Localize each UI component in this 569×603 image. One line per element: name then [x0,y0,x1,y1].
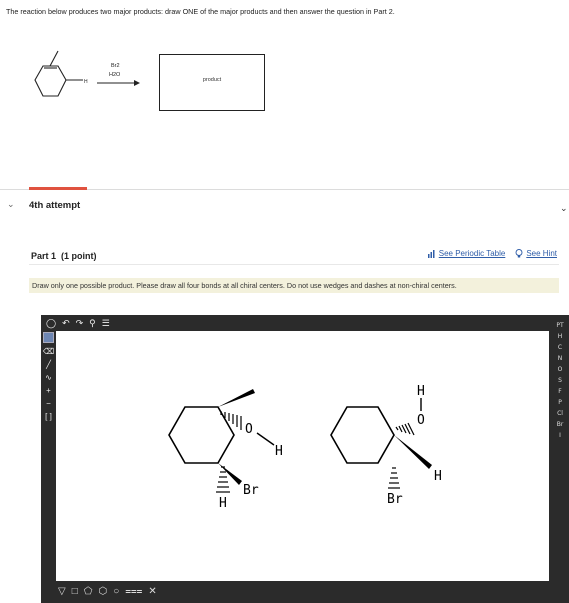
bond-icon[interactable]: ╱ [46,361,51,369]
product-box: product [159,54,265,111]
element-o[interactable]: O [558,365,563,374]
atom-h-top-2: H [417,384,425,399]
reaction-arrowhead [134,80,140,86]
product-label: product [202,77,222,83]
stereo-icon[interactable]: ✕ [148,587,156,597]
editor-right-toolbar: PT H C N O S F P Cl Br I [551,321,569,486]
template-icon[interactable]: ☰ [102,318,110,328]
editor-left-toolbar: ⌫ ╱ ∿ + − [ ] [41,331,56,579]
dash-bond-o-1 [220,411,242,430]
atom-br-1: Br [243,483,259,498]
structure-editor[interactable]: ◯ ↶ ↷ ⚲ ☰ ⌫ ╱ ∿ + − [ ] O H Br H H O H B… [41,315,569,603]
charge-minus-icon[interactable]: − [46,400,51,408]
bar-chart-icon [427,249,435,258]
dash-bond-br-2 [388,467,400,489]
periodic-table-link[interactable]: See Periodic Table [427,249,505,258]
eraser-icon[interactable]: ⌫ [43,348,54,356]
chain-icon[interactable]: ∿ [45,374,52,382]
element-cl[interactable]: Cl [557,409,563,418]
part-title: Part 1 (1 point) [31,251,97,261]
bracket-icon[interactable]: [ ] [45,413,52,421]
molecule-2 [330,406,395,464]
element-br[interactable]: Br [557,420,564,429]
atom-o-2: O [417,413,425,428]
select-tool-icon[interactable] [43,332,54,343]
attempt-accent-bar [29,187,87,190]
reactant-h-label: H [84,79,88,85]
redo-icon[interactable]: ↷ [76,318,84,328]
molecule-drawing: O H Br H H O H Br [168,384,442,511]
hint-link[interactable]: See Hint [515,249,557,258]
atom-br-2: Br [387,492,403,507]
atom-o-1: O [245,422,253,437]
benzene-icon[interactable]: ○ [113,587,119,597]
element-h[interactable]: H [558,332,563,341]
editor-bottom-toolbar: ▽ □ ⬠ ⬡ ○ ⩶ ✕ [41,581,569,603]
charge-plus-icon[interactable]: + [46,387,51,395]
lightbulb-icon [515,249,523,258]
reactant-molecule [34,50,83,97]
editor-top-toolbar: ◯ ↶ ↷ ⚲ ☰ [41,315,569,331]
cyclopropane-icon[interactable]: ▽ [58,587,66,597]
zoom-icon[interactable]: ⚲ [89,318,96,328]
atom-h-2: H [434,469,442,484]
atom-h-1: H [219,496,227,511]
element-c[interactable]: C [558,343,562,352]
dash-bond-o-2 [395,422,415,436]
undo-icon[interactable]: ↶ [62,318,70,328]
element-p[interactable]: P [558,398,562,407]
element-n[interactable]: N [558,354,563,363]
bond-angle-icon[interactable]: ⩶ [125,587,142,597]
cyclobutane-icon[interactable]: □ [72,587,78,597]
cyclopentane-icon[interactable]: ⬠ [84,587,93,597]
wedge-bond-h-2 [394,435,432,469]
cyclohexane-icon[interactable]: ⬡ [98,587,107,597]
expand-chevron-icon[interactable]: ⌄ [560,203,568,214]
attempt-label: 4th attempt [29,200,81,211]
part-links: See Periodic Table See Hint [427,249,557,258]
wedge-bond-methyl-1 [218,389,255,407]
element-s[interactable]: S [558,376,562,385]
element-f[interactable]: F [558,387,561,396]
separator [29,264,559,265]
reagent-br2: Br2 [111,63,120,69]
reagent-h2o: H2O [109,72,121,78]
instruction-text: Draw only one possible product. Please d… [29,278,559,293]
periodic-table-icon[interactable]: PT [556,321,563,330]
element-i[interactable]: I [559,431,561,440]
canvas[interactable]: O H Br H H O H Br [56,331,549,581]
question-text: The reaction below produces two major pr… [6,7,395,16]
clear-icon[interactable]: ◯ [46,318,56,328]
collapse-chevron-icon[interactable]: ⌄ [7,199,15,210]
molecule-1 [168,406,235,464]
atom-h-oh-1: H [275,444,283,459]
